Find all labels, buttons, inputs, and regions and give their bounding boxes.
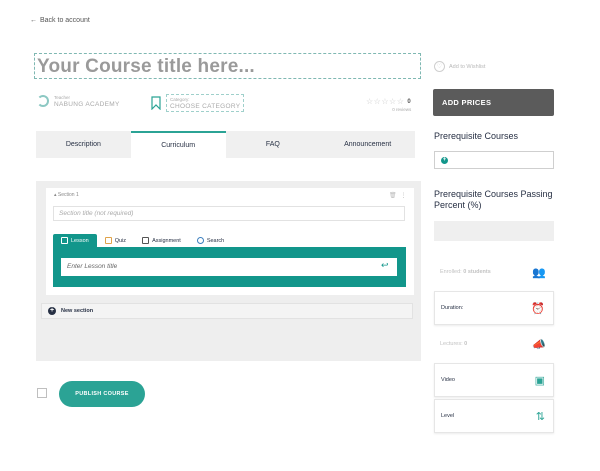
assignment-icon — [142, 237, 150, 244]
lectures-label: Lectures: — [440, 341, 463, 347]
plus-icon[interactable]: + — [441, 156, 448, 164]
teacher-info: Teacher NABUNG ACADEMY — [37, 94, 120, 108]
video-label: Video — [441, 377, 455, 383]
drag-handle-icon[interactable]: ⋮ — [401, 192, 407, 199]
prereq-percent-label: Prerequisite Courses Passing Percent (%) — [434, 189, 553, 210]
enrolled-label: Enrolled: — [440, 269, 462, 275]
arrow-left-icon: ← — [30, 17, 37, 24]
academy-logo-icon — [37, 95, 49, 107]
section-tools: 🗑 ⋮ — [389, 192, 407, 199]
publish-course-button[interactable]: PUBLISH COURSE — [59, 381, 145, 407]
teacher-name: NABUNG ACADEMY — [54, 101, 120, 108]
category-selector[interactable]: Category: CHOOSE CATEGORY — [151, 94, 245, 112]
enrolled-value: 0 students — [463, 269, 491, 275]
lectures-row: Lectures: 0 📣 — [434, 327, 554, 361]
caret-down-icon: ▴ — [54, 192, 57, 198]
add-prices-button[interactable]: ADD PRICES — [433, 89, 554, 116]
document-icon — [61, 237, 68, 244]
course-title-input[interactable]: Your Course title here... — [34, 53, 421, 79]
lesson-title-input[interactable]: Enter Lesson title — [61, 258, 397, 276]
type-tab-label: Quiz — [114, 237, 127, 244]
category-label: Category: — [170, 97, 190, 102]
type-tab-label: Lesson — [71, 237, 89, 244]
tab-curriculum[interactable]: Curriculum — [130, 131, 226, 158]
course-rating: ☆☆☆☆☆ 0 0 reviews — [366, 97, 411, 112]
type-tab-label: Assignment — [152, 237, 181, 244]
type-tab-assignment[interactable]: Assignment — [134, 234, 189, 247]
tab-description[interactable]: Description — [36, 131, 131, 158]
bookmark-icon — [151, 96, 161, 110]
wishlist-label: Add to Wishlist — [449, 63, 486, 70]
new-section-label: New section — [61, 308, 94, 314]
duration-label: Duration: — [441, 305, 464, 311]
type-tab-search[interactable]: Search — [189, 234, 232, 247]
type-tab-quiz[interactable]: Quiz — [97, 234, 134, 247]
section-title-input[interactable]: Section title (not required) — [53, 206, 405, 221]
search-icon — [196, 237, 204, 244]
users-icon: 👥 — [532, 266, 546, 279]
duration-row[interactable]: Duration: ⏰ — [434, 291, 554, 325]
trash-icon[interactable]: 🗑 — [389, 192, 397, 199]
type-tab-lesson[interactable]: Lesson — [53, 234, 97, 247]
level-label: Level — [441, 413, 455, 419]
level-sort-icon: ⇅ — [535, 410, 545, 423]
heart-icon: ♡ — [434, 61, 445, 72]
video-icon: ▣ — [534, 374, 545, 387]
lectures-value: 0 — [464, 341, 468, 347]
tab-announcement[interactable]: Announcement — [320, 131, 415, 158]
section-header[interactable]: ▴ Section 1 — [54, 192, 79, 198]
video-row[interactable]: Video ▣ — [434, 363, 554, 397]
prereq-courses-input[interactable]: + — [434, 151, 554, 169]
back-to-account-link[interactable]: ← Back to account — [30, 17, 90, 24]
publish-checkbox[interactable] — [37, 388, 47, 398]
add-to-wishlist-button[interactable]: ♡ Add to Wishlist — [434, 61, 485, 72]
rating-stars-icon: ☆☆☆☆☆ — [366, 97, 405, 106]
category-value: CHOOSE CATEGORY — [170, 103, 241, 110]
clock-icon: ⏰ — [531, 302, 545, 315]
enter-return-icon[interactable]: ↩ — [381, 260, 389, 271]
section-name: Section 1 — [57, 192, 79, 198]
new-section-button[interactable]: + New section — [41, 303, 413, 319]
plus-icon: + — [48, 307, 56, 315]
enrolled-row: Enrolled: 0 students 👥 — [434, 255, 554, 289]
level-row[interactable]: Level ⇅ — [434, 399, 554, 433]
lesson-type-tabs: Lesson Quiz Assignment Search — [53, 233, 232, 247]
tab-faq[interactable]: FAQ — [226, 131, 321, 158]
rating-value: 0 — [407, 98, 412, 105]
prereq-courses-label: Prerequisite Courses — [434, 131, 519, 141]
type-tab-label: Search — [206, 237, 225, 244]
megaphone-icon: 📣 — [532, 338, 546, 351]
reviews-count: 0 reviews — [392, 107, 412, 112]
quiz-icon — [104, 237, 112, 244]
course-tabs: Description Curriculum FAQ Announcement — [36, 131, 415, 158]
back-link-label: Back to account — [40, 17, 90, 24]
prereq-percent-input[interactable] — [434, 221, 554, 241]
teacher-label: Teacher — [54, 95, 71, 100]
